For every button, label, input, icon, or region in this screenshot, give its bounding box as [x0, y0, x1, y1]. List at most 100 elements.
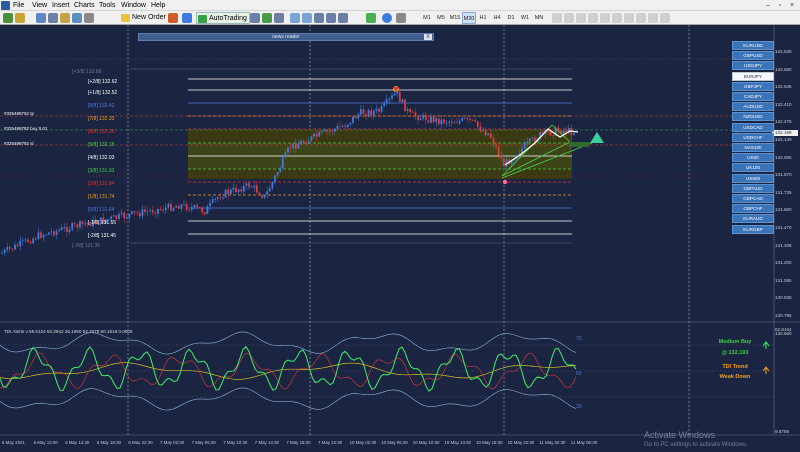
- candle-body: [365, 114, 367, 117]
- line-chart-icon[interactable]: [274, 13, 284, 23]
- tf-m30[interactable]: M30: [462, 12, 476, 24]
- symbol-button-usdjpy[interactable]: USDJPY: [732, 61, 774, 71]
- fibonacci-icon[interactable]: [624, 13, 634, 23]
- indicator-title: TDI Alerts v 68.5124 52.3942 36.1960 54.…: [4, 329, 133, 334]
- symbol-button-eurgbp[interactable]: EURGBP: [732, 224, 774, 234]
- data-window-icon[interactable]: [48, 13, 58, 23]
- symbol-button-us500[interactable]: US500: [732, 173, 774, 183]
- candle-body: [476, 121, 479, 127]
- symbol-button-usdcad[interactable]: USDCAD: [732, 122, 774, 132]
- candlestick-icon[interactable]: [262, 13, 272, 23]
- menu-charts[interactable]: Charts: [74, 0, 95, 11]
- current-price-label: 132.199: [772, 130, 798, 136]
- buy-arrow-icon: [590, 132, 604, 143]
- zoom-out-icon[interactable]: [302, 13, 312, 23]
- menu-file[interactable]: File: [13, 0, 24, 11]
- symbol-button-euraud[interactable]: EURAUD: [732, 214, 774, 224]
- symbol-button-uk100[interactable]: UK100: [732, 163, 774, 173]
- symbol-button-usdchf[interactable]: USDCHF: [732, 132, 774, 142]
- news-reader-close-button[interactable]: X: [424, 34, 432, 40]
- candle-body: [409, 109, 412, 112]
- label-icon[interactable]: [648, 13, 658, 23]
- menu-tools[interactable]: Tools: [99, 0, 115, 11]
- new-order-button[interactable]: New Order: [120, 12, 168, 24]
- cursor-icon[interactable]: [552, 13, 562, 23]
- candle-body: [222, 197, 224, 199]
- tf-d1[interactable]: D1: [504, 12, 518, 24]
- symbol-button-cadjpy[interactable]: CADJPY: [732, 92, 774, 101]
- trendline-icon[interactable]: [600, 13, 610, 23]
- symbol-button-nzdusd[interactable]: NZDUSD: [732, 112, 774, 122]
- close-icon[interactable]: ×: [786, 0, 798, 11]
- chart-shift-icon[interactable]: [326, 13, 336, 23]
- tf-m5[interactable]: M5: [434, 12, 448, 24]
- tf-m15[interactable]: M15: [448, 12, 462, 24]
- candle-body: [250, 187, 253, 188]
- zoom-in-icon[interactable]: [290, 13, 300, 23]
- autoscroll-icon[interactable]: [338, 13, 348, 23]
- tf-h1[interactable]: H1: [476, 12, 490, 24]
- tile-windows-icon[interactable]: [314, 13, 324, 23]
- bar-chart-icon[interactable]: [250, 13, 260, 23]
- candle-body: [8, 247, 11, 249]
- symbol-button-nas100[interactable]: NAS100: [732, 143, 774, 152]
- symbol-button-eurusd[interactable]: EURUSD: [732, 41, 774, 50]
- terminal-icon[interactable]: [72, 13, 82, 23]
- candle-body: [118, 214, 120, 219]
- restore-icon[interactable]: ▫: [774, 0, 786, 11]
- candle-body: [159, 208, 162, 210]
- price-tick: 132.680: [775, 66, 792, 72]
- candle-body: [172, 207, 175, 211]
- market-watch-icon[interactable]: [36, 13, 46, 23]
- chart-area[interactable]: 132.830 132.680 132.545 132.410 132.275 132.1…: [0, 25, 800, 452]
- tf-h4[interactable]: H4: [490, 12, 504, 24]
- candle-body: [76, 224, 79, 228]
- symbol-button-us30[interactable]: US30: [732, 153, 774, 163]
- symbol-button-gbpusd[interactable]: GBPUSD: [732, 51, 774, 61]
- meta-editor-icon[interactable]: [168, 13, 178, 23]
- templates-icon[interactable]: [396, 13, 406, 23]
- candle-body: [331, 130, 334, 132]
- candle-body: [292, 143, 295, 149]
- tf-m1[interactable]: M1: [420, 12, 434, 24]
- indicators-icon[interactable]: [366, 13, 376, 23]
- fib-label: [-1/8] 131.55: [88, 220, 117, 226]
- menu-help[interactable]: Help: [151, 0, 165, 11]
- candle-body: [404, 99, 406, 112]
- candle-body: [120, 212, 123, 215]
- app-icon[interactable]: [1, 1, 10, 10]
- horizontal-line-icon[interactable]: [588, 13, 598, 23]
- vertical-line-icon[interactable]: [576, 13, 586, 23]
- candle-body: [24, 239, 27, 241]
- tf-mn[interactable]: MN: [532, 12, 546, 24]
- minimize-icon[interactable]: –: [762, 0, 774, 11]
- profiles-icon[interactable]: [15, 13, 25, 23]
- candle-body: [154, 212, 157, 214]
- symbol-button-gbpjpy[interactable]: GBPJPY: [732, 81, 774, 91]
- new-chart-icon[interactable]: [3, 13, 13, 23]
- candle-body: [453, 122, 456, 124]
- navigator-icon[interactable]: [60, 13, 70, 23]
- periods-icon[interactable]: [382, 13, 392, 23]
- tf-w1[interactable]: W1: [518, 12, 532, 24]
- candle-body: [209, 202, 211, 207]
- autotrading-button[interactable]: AutoTrading: [196, 12, 250, 24]
- symbol-button-gbpcad[interactable]: GBPCAD: [732, 194, 774, 203]
- arrows-icon[interactable]: [660, 13, 670, 23]
- symbol-button-gbpaud[interactable]: GBPAUD: [732, 183, 774, 193]
- candle-body: [131, 211, 133, 214]
- symbol-button-audusd[interactable]: AUDUSD: [732, 102, 774, 112]
- crosshair-icon[interactable]: [564, 13, 574, 23]
- menu-window[interactable]: Window: [121, 0, 146, 11]
- menu-insert[interactable]: Insert: [52, 0, 70, 11]
- symbol-button-gbpchf[interactable]: GBPCHF: [732, 204, 774, 214]
- chart-canvas[interactable]: [0, 25, 800, 452]
- symbol-button-eurjpy[interactable]: EURJPY: [732, 71, 774, 81]
- history-icon[interactable]: [182, 13, 192, 23]
- text-icon[interactable]: [636, 13, 646, 23]
- channel-icon[interactable]: [612, 13, 622, 23]
- news-reader-bar[interactable]: news reader X: [138, 33, 434, 41]
- candle-body: [29, 242, 32, 244]
- menu-view[interactable]: View: [32, 0, 47, 11]
- strategy-tester-icon[interactable]: [84, 13, 94, 23]
